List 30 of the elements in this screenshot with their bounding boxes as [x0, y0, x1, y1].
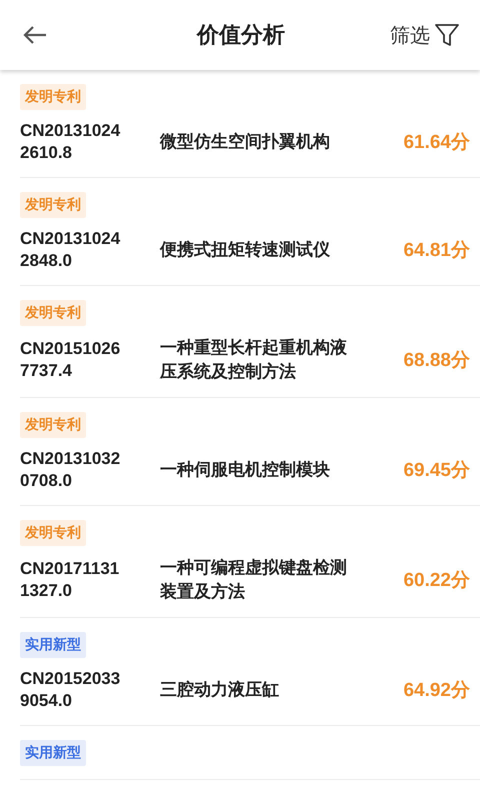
patent-number: CN201310242848.0: [20, 228, 122, 272]
patent-type-tag: 发明专利: [20, 520, 86, 546]
patent-title: 一种伺服电机控制模块: [160, 459, 331, 482]
patent-title: 一种可编程虚拟键盘检测装置及方法: [160, 557, 348, 604]
back-icon: [22, 25, 48, 45]
patent-title: 微型仿生空间扑翼机构: [160, 131, 331, 154]
filter-icon: [434, 22, 460, 48]
patent-type-tag: 实用新型: [20, 740, 86, 766]
patent-number: CN201310242610.8: [20, 120, 122, 164]
patent-type-tag: 实用新型: [20, 632, 86, 658]
patent-score: 61.64分: [403, 131, 470, 155]
patent-number: CN201510267737.4: [20, 338, 122, 382]
patent-type-tag: 发明专利: [20, 192, 86, 218]
patent-type-tag: 发明专利: [20, 300, 86, 326]
patent-type-tag: 发明专利: [20, 412, 86, 438]
patent-number: CN201310320708.0: [20, 448, 122, 492]
patent-title: 三腔动力液压缸: [160, 679, 280, 702]
patent-score: 69.45分: [403, 459, 470, 483]
filter-button[interactable]: 筛选: [390, 22, 460, 48]
patent-score: 64.92分: [403, 679, 470, 703]
patent-score: 68.88分: [403, 349, 470, 373]
back-button[interactable]: [22, 25, 48, 45]
patent-score: 60.22分: [403, 569, 470, 593]
patent-title: 便携式扭矩转速测试仪: [160, 239, 331, 262]
patent-type-tag: 发明专利: [20, 84, 86, 110]
patent-title: 一种重型长杆起重机构液压系统及控制方法: [160, 337, 348, 384]
patent-number: CN201520339054.0: [20, 668, 122, 712]
patent-number: CN201711311327.0: [20, 558, 120, 602]
page-title: 价值分析: [197, 22, 285, 50]
patent-score: 64.81分: [403, 239, 470, 263]
